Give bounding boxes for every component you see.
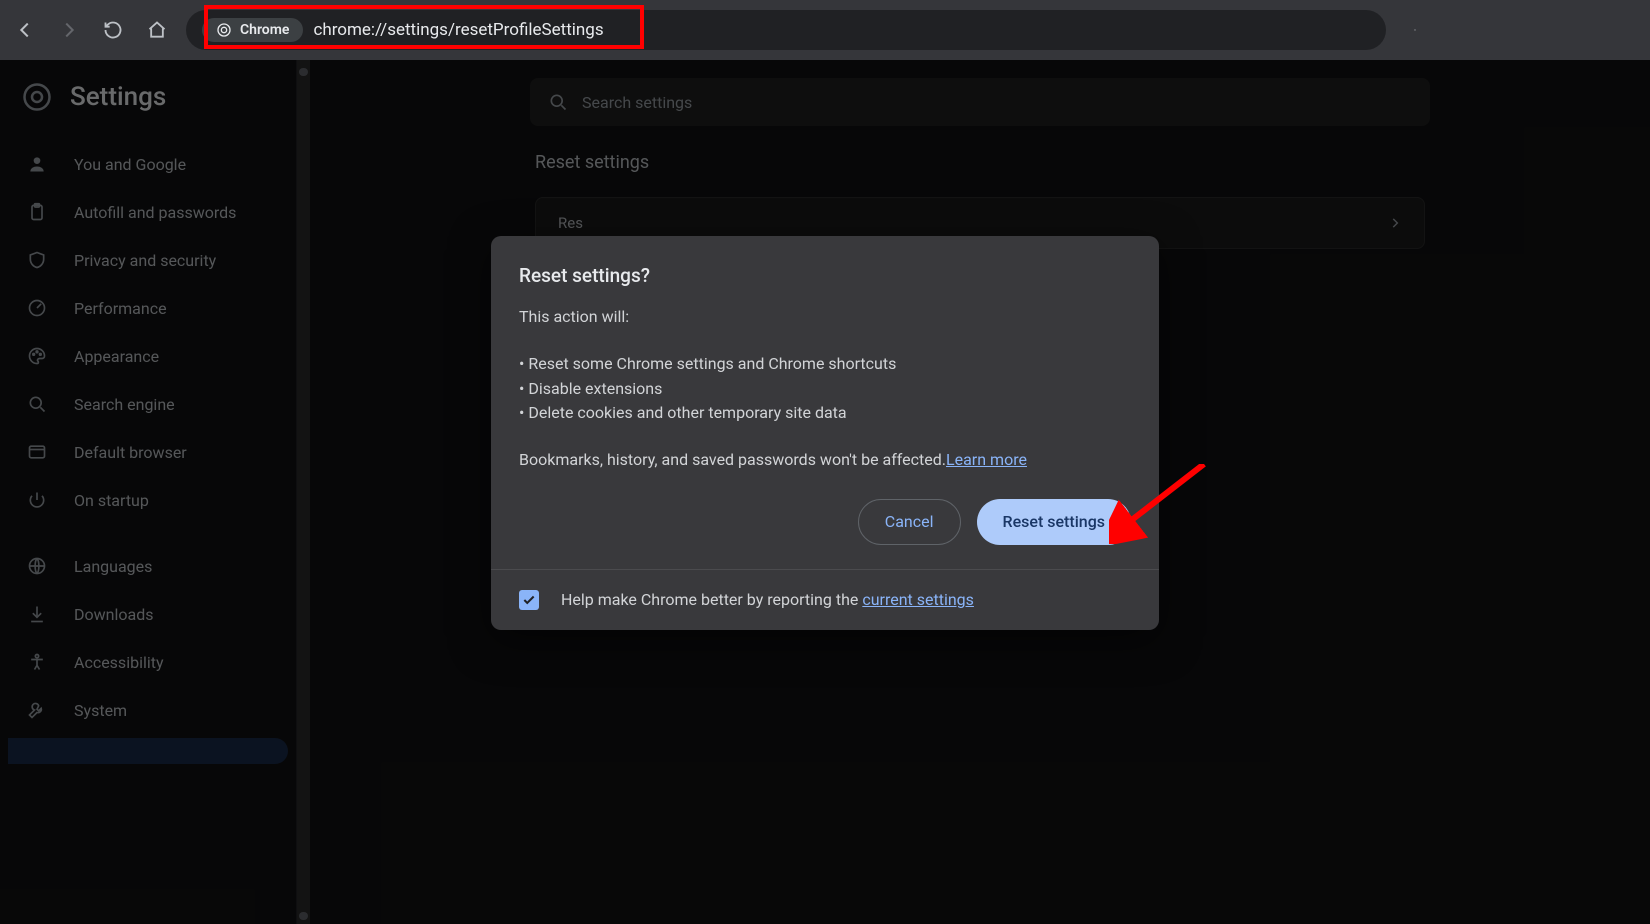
cancel-button[interactable]: Cancel — [858, 499, 961, 545]
omnibox[interactable]: Chrome chrome://settings/resetProfileSet… — [186, 10, 1386, 50]
omnibox-url: chrome://settings/resetProfileSettings — [313, 20, 603, 40]
dialog-title: Reset settings? — [519, 264, 1131, 287]
home-button[interactable] — [142, 15, 172, 45]
dialog-note: Bookmarks, history, and saved passwords … — [519, 448, 1131, 473]
site-chip[interactable]: Chrome — [202, 18, 303, 42]
dialog-bullet-list: • Reset some Chrome settings and Chrome … — [519, 352, 1131, 426]
dialog-footer: Help make Chrome better by reporting the… — [491, 569, 1159, 630]
dialog-bullet: • Delete cookies and other temporary sit… — [519, 401, 1131, 426]
site-chip-label: Chrome — [240, 22, 289, 38]
browser-toolbar: Chrome chrome://settings/resetProfileSet… — [0, 0, 1650, 60]
current-settings-link[interactable]: current settings — [862, 590, 974, 609]
dialog-intro: This action will: — [519, 305, 1131, 330]
dialog-bullet: • Disable extensions — [519, 377, 1131, 402]
reset-settings-dialog: Reset settings? This action will: • Rese… — [491, 236, 1159, 630]
bookmark-star-button[interactable] — [1400, 15, 1430, 45]
settings-page: Settings You and Google Autofill and pas… — [0, 60, 1650, 924]
back-button[interactable] — [10, 15, 40, 45]
reload-button[interactable] — [98, 15, 128, 45]
learn-more-link[interactable]: Learn more — [946, 450, 1027, 469]
dialog-layer: Reset settings? This action will: • Rese… — [0, 60, 1650, 924]
report-settings-checkbox[interactable] — [519, 590, 539, 610]
reset-settings-button[interactable]: Reset settings — [977, 499, 1132, 545]
forward-button[interactable] — [54, 15, 84, 45]
dialog-bullet: • Reset some Chrome settings and Chrome … — [519, 352, 1131, 377]
dialog-footer-text: Help make Chrome better by reporting the… — [561, 590, 974, 609]
chrome-icon — [216, 22, 232, 38]
